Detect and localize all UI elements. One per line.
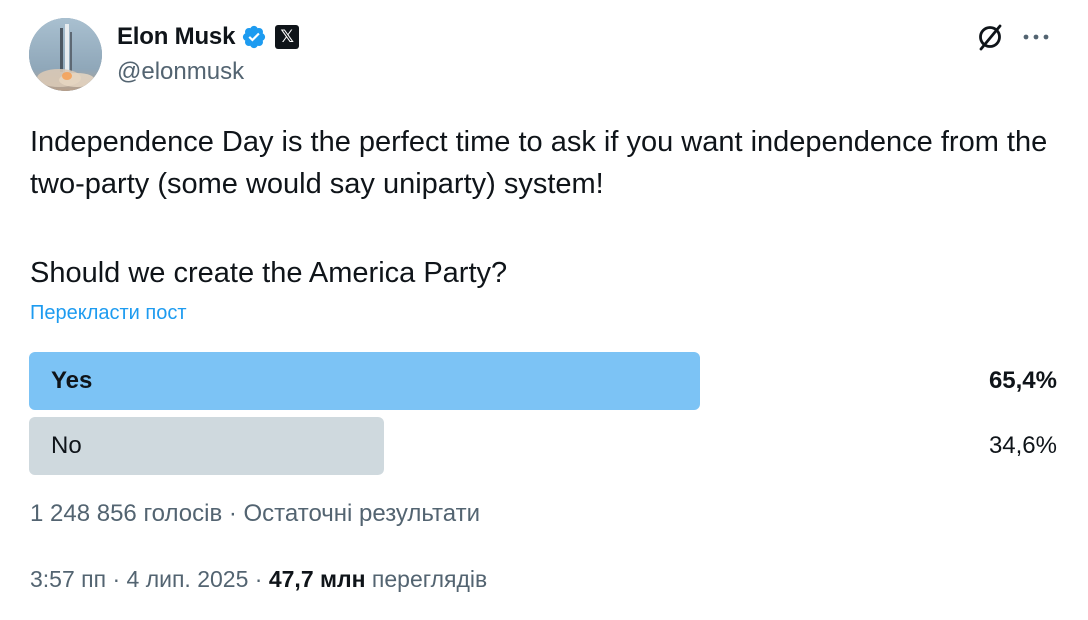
views-label[interactable]: переглядів — [372, 566, 487, 592]
meta-separator: · — [106, 566, 127, 592]
more-options-icon[interactable] — [1021, 30, 1051, 44]
author-handle[interactable]: @elonmusk — [117, 58, 244, 86]
x-affiliate-badge-icon[interactable]: 𝕏 — [275, 25, 300, 49]
verified-badge-icon[interactable] — [241, 24, 267, 50]
tweet-text: Independence Day is the perfect time to … — [30, 126, 1048, 200]
poll-option-label: Yes — [51, 367, 93, 394]
poll-bar-yes — [29, 352, 700, 410]
poll-option-label: No — [51, 432, 82, 459]
poll-option-percent: 34,6% — [988, 432, 1057, 459]
poll-status: Остаточні результати — [243, 500, 480, 527]
rocket-launch-avatar-image — [29, 18, 102, 91]
author-name-row: Elon Musk 𝕏 — [117, 20, 300, 54]
poll-option-yes: Yes 65,4% — [29, 352, 1059, 410]
meta-separator: · — [222, 500, 244, 527]
poll-bar-no — [29, 417, 384, 475]
poll-option-percent: 65,4% — [988, 367, 1057, 394]
translate-post-link[interactable]: Перекласти пост — [30, 302, 187, 325]
poll-option-no: No 34,6% — [29, 417, 1059, 475]
poll-votes: 1 248 856 голосів — [30, 500, 223, 527]
poll-question: Should we create the America Party? — [30, 257, 508, 289]
tweet-card: Elon Musk 𝕏 @elonmusk Independence Day i… — [0, 0, 1088, 620]
author-name[interactable]: Elon Musk — [117, 23, 235, 51]
views-count[interactable]: 47,7 млн — [269, 566, 366, 592]
tweet-timestamp: 3:57 пп · 4 лип. 2025 · 47,7 млн перегля… — [30, 566, 487, 593]
avatar[interactable] — [29, 18, 102, 91]
grok-icon[interactable] — [975, 22, 1005, 52]
meta-separator: · — [248, 566, 269, 592]
tweet-time[interactable]: 3:57 пп — [30, 566, 106, 592]
tweet-date[interactable]: 4 лип. 2025 — [127, 566, 249, 592]
poll-meta: 1 248 856 голосів · Остаточні результати — [30, 500, 480, 528]
